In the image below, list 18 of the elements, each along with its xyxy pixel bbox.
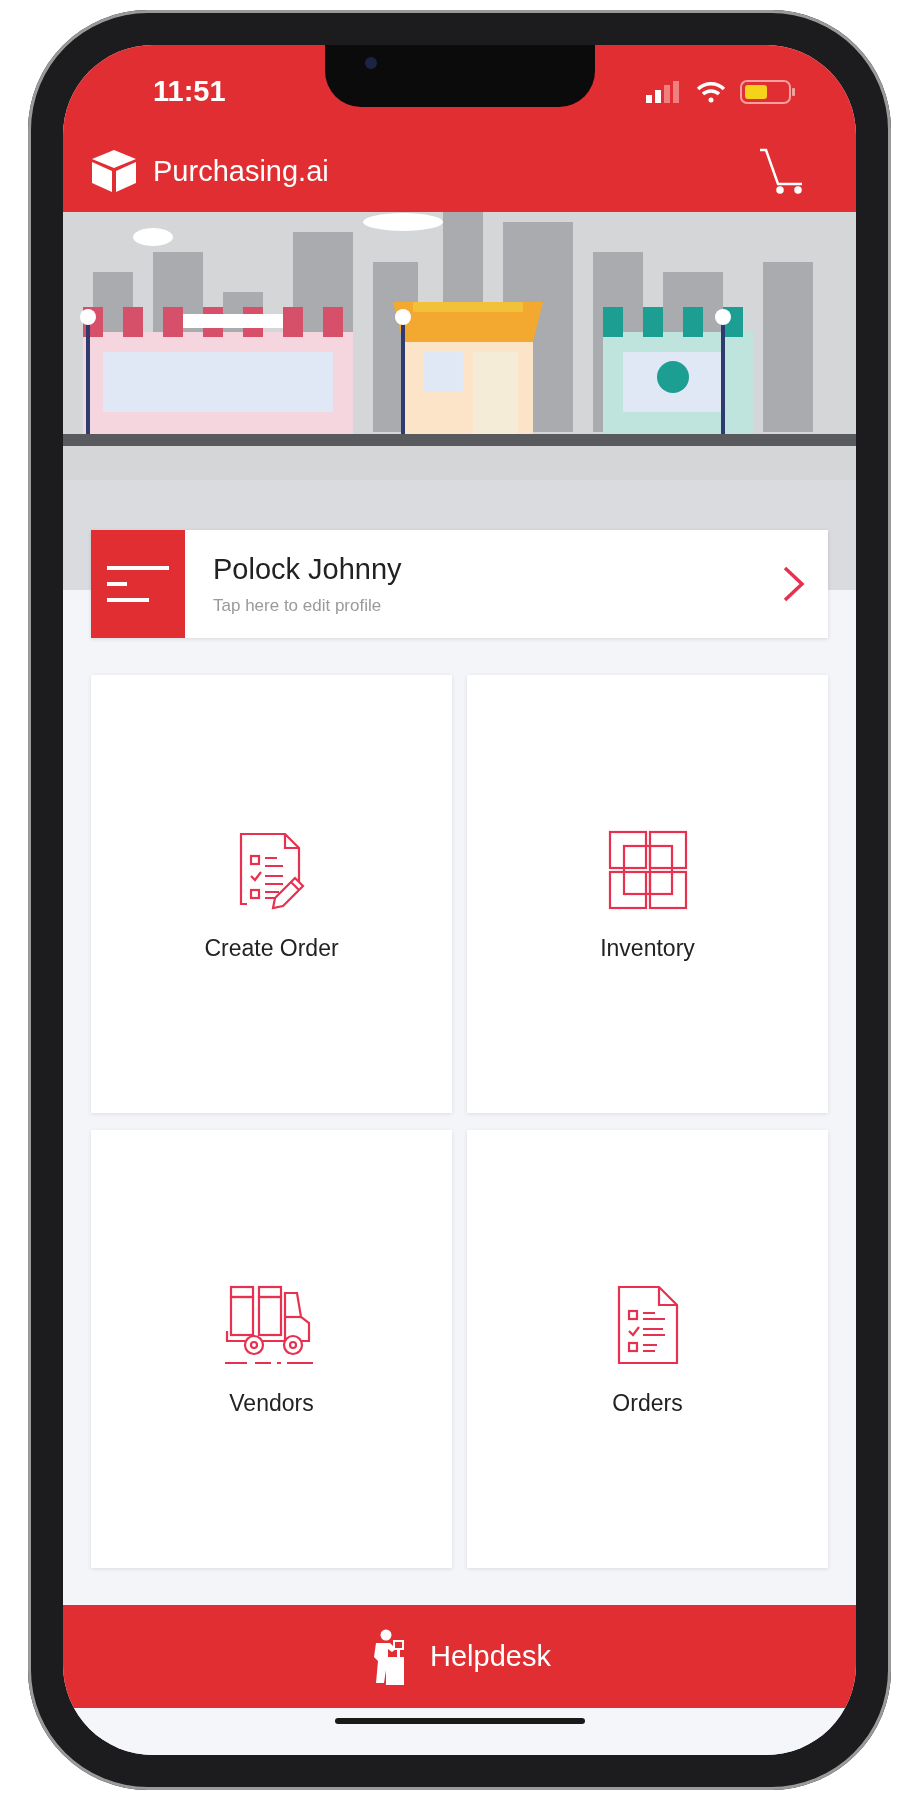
menu-tile[interactable]: Create Order bbox=[91, 675, 452, 1113]
wifi-icon bbox=[696, 80, 726, 103]
profile-hint: Tap here to edit profile bbox=[213, 595, 383, 616]
box-logo-icon bbox=[91, 149, 137, 193]
menu-tile[interactable]: Inventory bbox=[467, 675, 828, 1113]
chevron-right-icon bbox=[782, 566, 806, 602]
status-time: 11:51 bbox=[153, 75, 226, 108]
helpdesk-button[interactable]: Helpdesk bbox=[63, 1605, 856, 1708]
menu-icon[interactable] bbox=[91, 530, 185, 638]
signal-icon bbox=[646, 80, 682, 103]
profile-card[interactable]: Polock Johnny Tap here to edit profile bbox=[91, 530, 828, 638]
menu-tile[interactable]: Orders bbox=[467, 1130, 828, 1568]
battery-icon bbox=[740, 79, 796, 104]
app-title: Purchasing.ai bbox=[153, 154, 330, 188]
camera-icon bbox=[364, 57, 377, 69]
menu-tile[interactable]: Vendors bbox=[91, 1130, 452, 1568]
grid-squares-icon bbox=[607, 829, 688, 910]
profile-name: Polock Johnny bbox=[213, 552, 403, 586]
